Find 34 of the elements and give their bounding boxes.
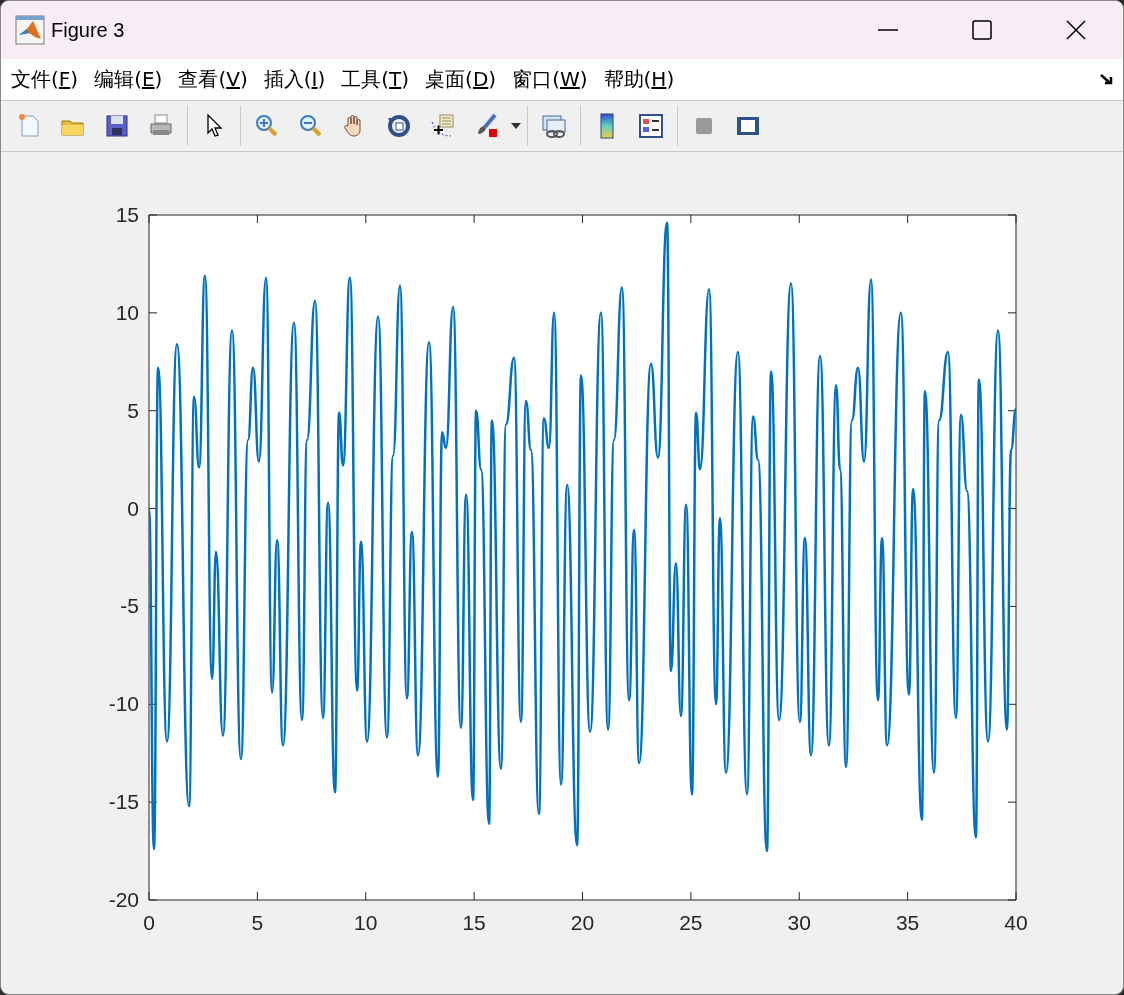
y-tick-label: -5 xyxy=(120,594,139,618)
x-tick-label: 20 xyxy=(570,911,595,934)
menu-item[interactable]: 窗口(W) xyxy=(512,64,588,95)
menu-item[interactable]: 桌面(D) xyxy=(425,64,497,95)
y-tick-label: -15 xyxy=(108,790,139,814)
menu-item[interactable]: 编辑(E) xyxy=(94,64,163,95)
y-tick-label: -10 xyxy=(108,692,139,716)
close-icon xyxy=(1065,19,1087,41)
x-tick-label: 40 xyxy=(1004,911,1028,934)
x-tick-label: 30 xyxy=(787,911,811,934)
x-tick-label: 5 xyxy=(251,911,264,934)
dock-arrow-icon[interactable] xyxy=(1099,72,1115,87)
y-tick-label: 5 xyxy=(127,398,139,422)
menu-item[interactable]: 插入(I) xyxy=(263,64,326,95)
y-tick-label: 10 xyxy=(115,300,139,324)
menu-item[interactable]: 文件(F) xyxy=(11,64,79,95)
data-tip-icon xyxy=(429,111,457,140)
y-tick-label: 15 xyxy=(115,203,139,226)
menu-item[interactable]: 帮助(H) xyxy=(603,64,675,95)
x-tick-label: 15 xyxy=(462,911,486,934)
maximize-icon xyxy=(971,19,993,41)
caret-icon xyxy=(511,122,521,129)
x-tick-label: 25 xyxy=(679,911,703,934)
y-tick-label: 0 xyxy=(127,496,139,520)
x-tick-label: 0 xyxy=(143,911,155,934)
minimize-icon xyxy=(878,29,898,31)
menu-item[interactable]: 查看(V) xyxy=(178,64,248,95)
x-tick-label: 10 xyxy=(354,911,378,934)
app-icon xyxy=(15,15,45,45)
legend-icon xyxy=(637,111,665,140)
x-tick-label: 35 xyxy=(895,911,920,934)
menu-item[interactable]: 工具(T) xyxy=(341,64,410,95)
y-tick-label: -20 xyxy=(108,888,139,911)
window-title: Figure 3 xyxy=(51,18,125,43)
